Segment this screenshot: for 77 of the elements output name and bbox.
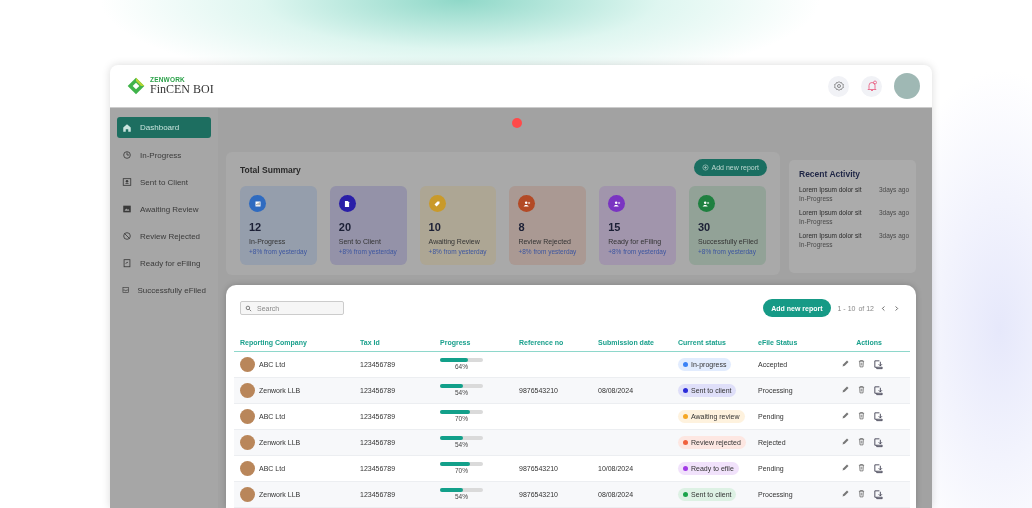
- download-icon: [872, 359, 884, 370]
- pencil-icon: [840, 359, 850, 368]
- sidebar-item[interactable]: Review Rejected: [117, 226, 211, 246]
- avatar: [240, 487, 255, 502]
- download-icon: [872, 489, 884, 500]
- edit-button[interactable]: [840, 437, 850, 448]
- id-card-icon: [122, 177, 132, 187]
- clock-icon: [122, 150, 132, 160]
- edit-button[interactable]: [840, 359, 850, 370]
- inbox-icon: [122, 285, 130, 295]
- sidebar-item[interactable]: Sent to Client: [117, 172, 211, 192]
- edit-button[interactable]: [840, 411, 850, 422]
- download-icon: [872, 463, 884, 474]
- delete-button[interactable]: [856, 437, 866, 448]
- image-icon: [122, 204, 132, 214]
- search-icon: [245, 304, 252, 312]
- card-count: 10: [428, 221, 442, 233]
- pencil-icon: [840, 385, 850, 394]
- avatar: [240, 383, 255, 398]
- download-button[interactable]: [872, 359, 884, 370]
- trash-icon: [856, 463, 866, 472]
- sidebar-item[interactable]: Dashboard: [117, 117, 211, 138]
- chevron-left-icon: [880, 304, 887, 312]
- card-count: 12: [249, 221, 263, 233]
- download-button[interactable]: [872, 489, 884, 500]
- delete-button[interactable]: [856, 359, 866, 370]
- section-title: Total Summary: [240, 164, 301, 175]
- edit-button[interactable]: [840, 489, 850, 500]
- download-icon: [872, 385, 884, 396]
- home-icon: [122, 122, 132, 133]
- trash-icon: [856, 359, 866, 368]
- card-count: 8: [518, 221, 526, 233]
- delete-button[interactable]: [856, 385, 866, 396]
- edit-button[interactable]: [840, 463, 850, 474]
- brand-name: FinCEN BOI: [150, 83, 214, 96]
- settings-icon: [832, 80, 845, 92]
- next-page-button[interactable]: [893, 304, 900, 312]
- card-count: 30: [698, 221, 712, 233]
- clipboard-icon: [122, 258, 132, 268]
- download-button[interactable]: [872, 385, 884, 396]
- settings-button[interactable]: [828, 75, 849, 97]
- download-icon: [872, 437, 884, 448]
- download-icon: [872, 411, 884, 422]
- pencil-icon: [840, 437, 850, 446]
- delete-button[interactable]: [856, 489, 866, 500]
- sidebar-item[interactable]: In-Progress: [117, 145, 211, 165]
- pencil-icon: [840, 489, 850, 498]
- avatar: [240, 409, 255, 424]
- trash-icon: [856, 489, 866, 498]
- pencil-icon: [840, 411, 850, 420]
- section-title: Recent Activity: [799, 169, 862, 179]
- download-button[interactable]: [872, 463, 884, 474]
- logo-icon: [126, 76, 146, 96]
- card-count: 15: [608, 221, 622, 233]
- sidebar-item[interactable]: Ready for eFiling: [117, 253, 211, 273]
- sidebar-item[interactable]: Successfully eFiled: [117, 280, 211, 300]
- avatar: [240, 435, 255, 450]
- download-button[interactable]: [872, 411, 884, 422]
- card-count: 20: [338, 221, 353, 233]
- chevron-right-icon: [893, 304, 900, 312]
- sidebar-item[interactable]: Awaiting Review: [117, 199, 211, 219]
- status-dot: [512, 118, 522, 128]
- plus-circle-icon: [701, 163, 709, 171]
- edit-button[interactable]: [840, 385, 850, 396]
- delete-button[interactable]: [856, 463, 866, 474]
- prohibited-icon: [122, 231, 132, 241]
- download-button[interactable]: [872, 437, 884, 448]
- bell-icon: [865, 80, 878, 92]
- previous-page-button[interactable]: [880, 304, 887, 312]
- trash-icon: [856, 411, 866, 420]
- trash-icon: [856, 437, 866, 446]
- delete-button[interactable]: [856, 411, 866, 422]
- notifications-button[interactable]: [861, 75, 882, 97]
- avatar: [240, 357, 255, 372]
- trash-icon: [856, 385, 866, 394]
- pencil-icon: [840, 463, 850, 472]
- avatar: [240, 461, 255, 476]
